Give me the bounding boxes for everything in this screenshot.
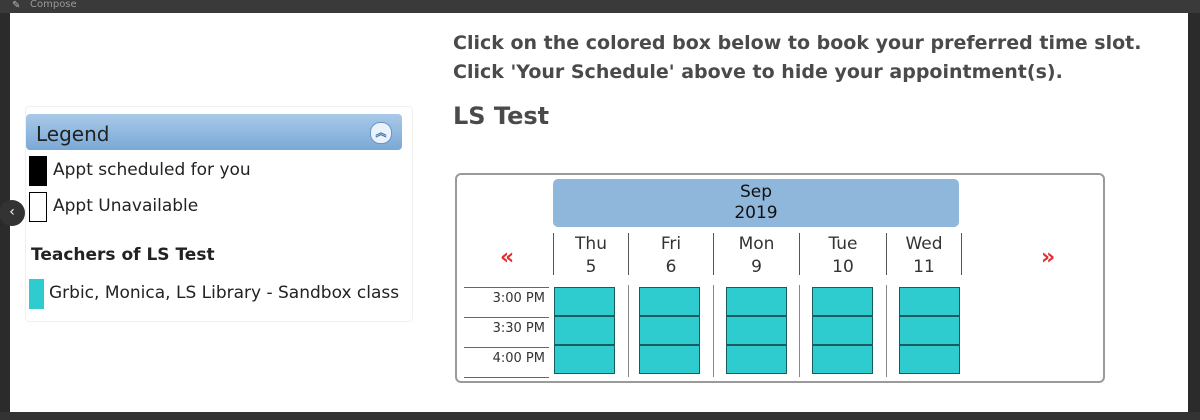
column-divider: [886, 285, 887, 377]
time-slot[interactable]: [639, 345, 700, 374]
year-label: 2019: [734, 203, 778, 223]
next-week-icon[interactable]: »: [1041, 245, 1055, 270]
day-header-tue: Tue 10: [800, 233, 886, 279]
compose-icon: ✎: [12, 0, 21, 11]
legend-item-label: Appt Unavailable: [53, 196, 199, 216]
collapse-icon[interactable]: ︽: [370, 122, 392, 144]
background-toolbar: ✎ Compose: [0, 0, 1200, 13]
instruction-line-2: Click 'Your Schedule' above to hide your…: [453, 61, 1063, 83]
calendar: Sep 2019 « » Thu 5 Fri 6 Mon 9 Tue 10 We…: [455, 173, 1105, 383]
column-divider: [713, 285, 714, 377]
time-slot[interactable]: [554, 345, 615, 374]
compose-label: Compose: [30, 0, 77, 10]
day-name: Thu: [575, 234, 607, 254]
time-slot[interactable]: [639, 287, 700, 316]
legend-item-label: Appt scheduled for you: [53, 160, 251, 180]
day-name: Wed: [905, 234, 943, 254]
time-slot[interactable]: [812, 345, 873, 374]
scheduled-swatch: [29, 156, 47, 186]
day-header-wed: Wed 11: [887, 233, 961, 279]
time-slot[interactable]: [554, 287, 615, 316]
month-header: Sep 2019: [553, 179, 959, 227]
day-date: 11: [913, 257, 935, 277]
legend-panel: Legend ︽ Appt scheduled for you Appt Una…: [25, 106, 413, 322]
time-slot[interactable]: [899, 287, 960, 316]
booking-modal: Legend ︽ Appt scheduled for you Appt Una…: [10, 13, 1188, 412]
time-slot[interactable]: [812, 287, 873, 316]
time-label: 3:00 PM: [464, 288, 549, 318]
time-slot[interactable]: [812, 316, 873, 345]
column-divider: [628, 285, 629, 377]
time-label: 4:00 PM: [464, 348, 549, 378]
column-divider: [799, 285, 800, 377]
time-slot[interactable]: [726, 345, 787, 374]
teacher-label: Grbic, Monica, LS Library - Sandbox clas…: [49, 283, 400, 303]
time-label: 3:30 PM: [464, 318, 549, 348]
teacher-swatch: [29, 279, 44, 309]
month-label: Sep: [739, 182, 773, 202]
background-bottom: [0, 412, 1200, 420]
day-date: 5: [585, 257, 597, 277]
day-date: 9: [751, 257, 762, 277]
legend-header[interactable]: Legend ︽: [26, 114, 402, 150]
day-header-fri: Fri 6: [629, 233, 713, 279]
day-date: 10: [832, 257, 854, 277]
time-slot[interactable]: [726, 316, 787, 345]
teachers-heading: Teachers of LS Test: [31, 245, 215, 265]
legend-title: Legend: [36, 122, 110, 146]
time-slot[interactable]: [899, 345, 960, 374]
chevron-left-icon[interactable]: ‹: [0, 200, 25, 226]
time-slot[interactable]: [554, 316, 615, 345]
time-slot[interactable]: [639, 316, 700, 345]
event-title: LS Test: [453, 102, 550, 130]
day-date: 6: [665, 257, 677, 277]
day-name: Mon: [738, 234, 775, 254]
unavailable-swatch: [29, 192, 47, 222]
day-name: Fri: [660, 234, 682, 254]
day-header-mon: Mon 9: [714, 233, 799, 279]
day-name: Tue: [828, 234, 858, 254]
prev-week-icon[interactable]: «: [500, 245, 514, 270]
time-slot[interactable]: [899, 316, 960, 345]
time-slot[interactable]: [726, 287, 787, 316]
instruction-line-1: Click on the colored box below to book y…: [453, 32, 1142, 54]
day-header-thu: Thu 5: [554, 233, 628, 279]
day-divider: [961, 233, 962, 275]
